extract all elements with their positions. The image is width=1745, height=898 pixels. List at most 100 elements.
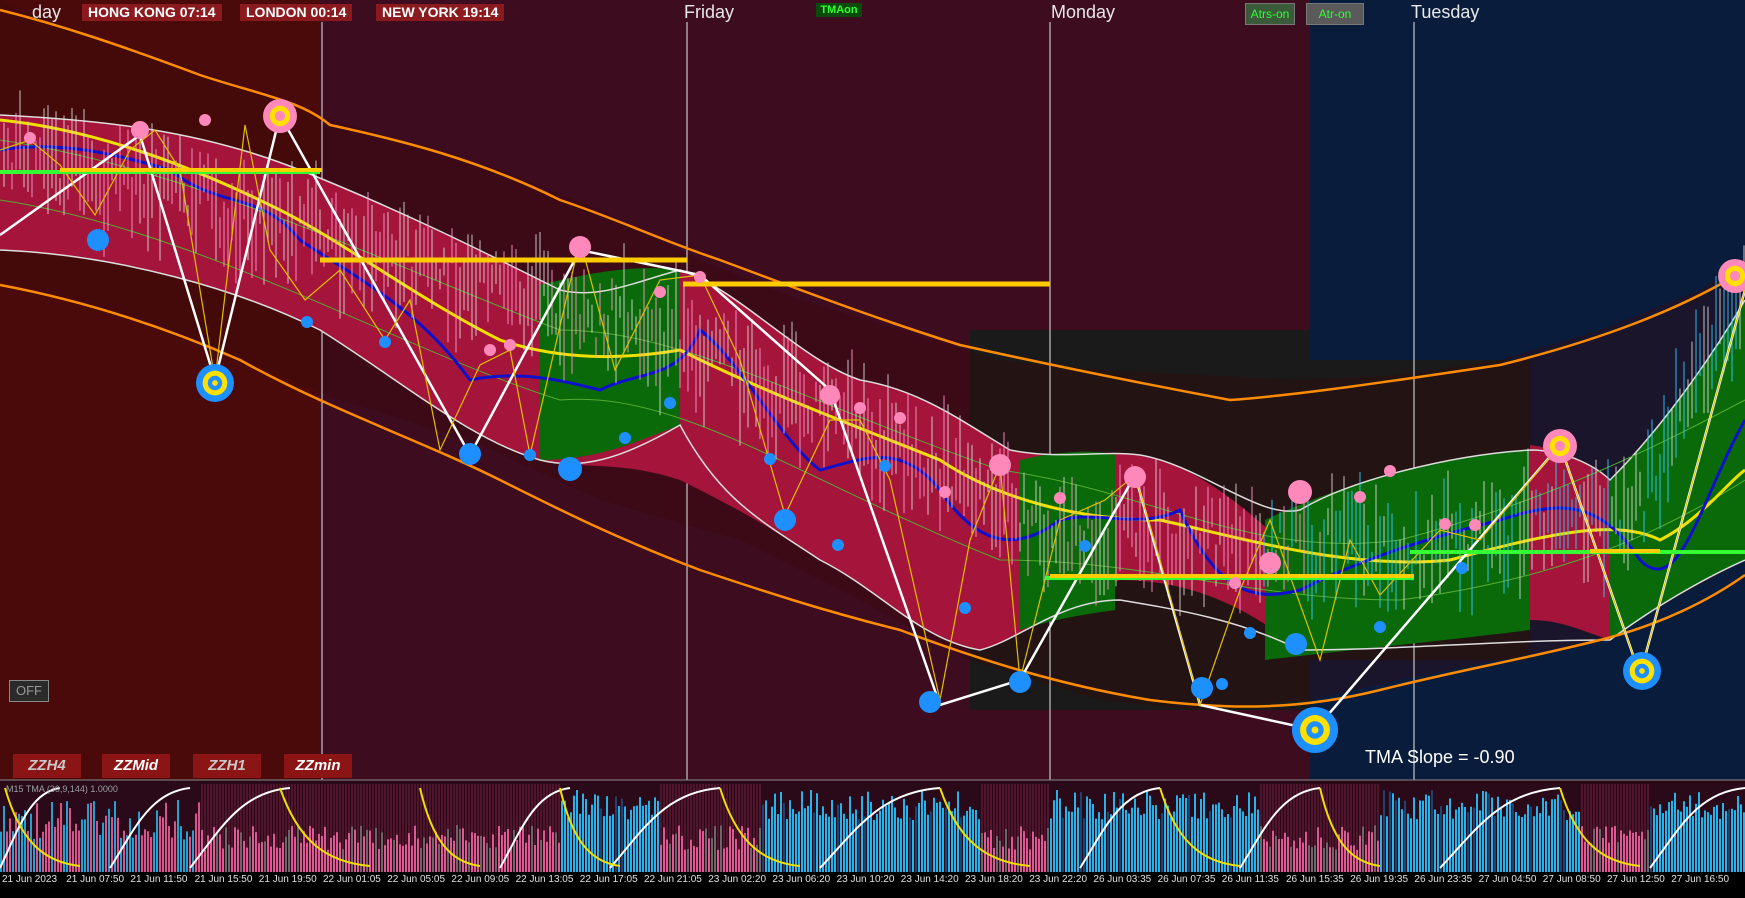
swing-high-marker bbox=[1439, 518, 1451, 530]
hist-bg-bar bbox=[468, 784, 470, 843]
hist-bg-bar bbox=[204, 784, 206, 850]
hist-bar bbox=[720, 825, 722, 872]
hist-bar bbox=[300, 842, 302, 872]
hist-bg-bar bbox=[348, 784, 350, 833]
swing-high-marker bbox=[1229, 577, 1241, 589]
hist-bg-bar bbox=[690, 784, 692, 840]
zz-h4-button[interactable]: ZZH4 bbox=[13, 754, 81, 778]
hist-bg-bar bbox=[459, 784, 461, 829]
hist-bar bbox=[1131, 807, 1133, 872]
hist-bar bbox=[624, 806, 626, 872]
time-axis-label: 23 Jun 18:20 bbox=[965, 874, 1023, 885]
hist-bar bbox=[177, 800, 179, 872]
hist-bg-bar bbox=[1338, 784, 1340, 835]
hist-bar bbox=[1587, 843, 1589, 872]
hist-bg-bar bbox=[450, 784, 452, 838]
zz-h1-button[interactable]: ZZH1 bbox=[193, 754, 261, 778]
zz-min-button[interactable]: ZZmin bbox=[284, 754, 352, 778]
hist-bar bbox=[1530, 806, 1532, 872]
hist-bar bbox=[822, 806, 824, 872]
hist-bar bbox=[1716, 805, 1718, 872]
hist-bg-bar bbox=[342, 784, 344, 850]
hist-bar bbox=[717, 849, 719, 872]
hist-bar bbox=[966, 810, 968, 872]
hist-bar bbox=[219, 834, 221, 872]
hist-bg-bar bbox=[345, 784, 347, 840]
hist-bg-bar bbox=[363, 784, 365, 837]
hist-bar bbox=[1197, 818, 1199, 872]
time-axis-label: 23 Jun 06:20 bbox=[772, 874, 831, 885]
hist-bar bbox=[120, 837, 122, 872]
hist-bar bbox=[1356, 849, 1358, 872]
atrs-on-button[interactable]: Atrs-on bbox=[1245, 3, 1295, 25]
swing-low-marker bbox=[832, 539, 844, 551]
hist-bar bbox=[429, 836, 431, 872]
hist-bar bbox=[906, 805, 908, 872]
hist-bg-bar bbox=[1614, 784, 1616, 827]
hist-bg-bar bbox=[297, 784, 299, 826]
hist-bar bbox=[1110, 814, 1112, 872]
hist-bg-bar bbox=[408, 784, 410, 834]
hist-bar bbox=[873, 819, 875, 872]
hist-bg-bar bbox=[1602, 784, 1604, 838]
hist-bar bbox=[831, 799, 833, 872]
hist-bar bbox=[1692, 816, 1694, 872]
hist-bg-bar bbox=[543, 784, 545, 831]
hist-bg-bar bbox=[381, 784, 383, 833]
hist-bar bbox=[255, 832, 257, 872]
hist-bar bbox=[237, 829, 239, 872]
hist-bar bbox=[861, 796, 863, 872]
hist-bar bbox=[1455, 809, 1457, 872]
hist-bar bbox=[837, 804, 839, 872]
hist-bar bbox=[513, 830, 515, 872]
hist-bar bbox=[381, 832, 383, 872]
hist-bar bbox=[885, 805, 887, 872]
hist-bar bbox=[735, 838, 737, 872]
hist-bar bbox=[1236, 795, 1238, 872]
tma-on-button[interactable]: TMAon bbox=[816, 3, 862, 17]
hist-bar bbox=[36, 803, 38, 872]
swing-low-marker bbox=[879, 460, 891, 472]
hist-bg-bar bbox=[516, 784, 518, 841]
hist-bar bbox=[51, 802, 53, 872]
zz-mid-button[interactable]: ZZMid bbox=[102, 754, 170, 778]
hist-bar bbox=[669, 843, 671, 872]
hist-bg-bar bbox=[276, 784, 278, 848]
hist-bg-bar bbox=[1623, 784, 1625, 834]
time-axis-label: 26 Jun 11:35 bbox=[1221, 874, 1279, 885]
hist-bar bbox=[270, 846, 272, 872]
hist-bar bbox=[915, 806, 917, 872]
hist-bar bbox=[1212, 804, 1214, 872]
hist-bar bbox=[1731, 808, 1733, 872]
hist-bar bbox=[1548, 815, 1550, 872]
bg-plum-right2 bbox=[970, 710, 1310, 780]
time-axis-label: 26 Jun 03:35 bbox=[1093, 874, 1152, 885]
swing-high-marker bbox=[484, 344, 496, 356]
atr-on-button[interactable]: Atr-on bbox=[1306, 3, 1364, 25]
hist-bg-bar bbox=[1272, 784, 1274, 831]
hist-bg-bar bbox=[207, 784, 209, 836]
hist-bar bbox=[546, 841, 548, 872]
hist-bg-bar bbox=[525, 784, 527, 843]
hist-bar bbox=[1500, 807, 1502, 872]
hist-bar bbox=[684, 849, 686, 872]
swing-high-marker bbox=[820, 385, 840, 405]
hist-bar bbox=[1128, 813, 1130, 872]
time-axis-label: 27 Jun 16:50 bbox=[1671, 874, 1730, 885]
hist-bg-bar bbox=[1608, 784, 1610, 843]
hist-bg-bar bbox=[339, 784, 341, 843]
hist-bar bbox=[1149, 795, 1151, 872]
swing-high-marker bbox=[694, 271, 706, 283]
hist-bg-bar bbox=[393, 784, 395, 840]
hist-bg-bar bbox=[1047, 784, 1049, 828]
hist-bg-bar bbox=[486, 784, 488, 843]
hist-bg-bar bbox=[315, 784, 317, 841]
off-button[interactable]: OFF bbox=[9, 680, 49, 702]
hist-bar bbox=[1353, 845, 1355, 872]
hist-bg-bar bbox=[1020, 784, 1022, 827]
hist-bar bbox=[1125, 809, 1127, 872]
hist-bar bbox=[1422, 800, 1424, 872]
swing-low-marker bbox=[301, 316, 313, 328]
hist-bar bbox=[1089, 798, 1091, 872]
hist-bg-bar bbox=[1590, 784, 1592, 843]
